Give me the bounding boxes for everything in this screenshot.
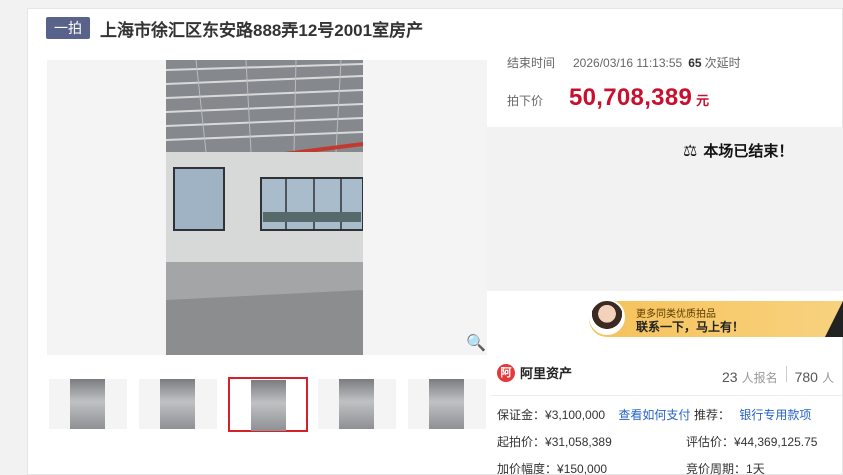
- start-price-label: 起拍价：: [497, 435, 546, 449]
- title-row: 一拍 上海市徐汇区东安路888弄12号2001室房产: [46, 16, 423, 40]
- bank-funds-link[interactable]: 银行专用款项: [739, 408, 811, 422]
- recommend-row: 推荐： 银行专用款项: [694, 406, 811, 423]
- increment-label: 加价幅度：: [497, 462, 558, 475]
- recommend-label: 推荐：: [694, 408, 731, 422]
- auction-ended-notice: ⚖ 本场已结束！: [683, 140, 793, 161]
- thumbnail-1[interactable]: [49, 379, 127, 429]
- increment-row: 加价幅度：¥150,000: [497, 460, 607, 475]
- thumbnail-strip: [47, 377, 487, 433]
- payment-help-link[interactable]: 查看如何支付: [618, 408, 690, 422]
- final-price-row: 拍下价 50,708,389 元: [507, 84, 709, 112]
- watch-label: 人: [821, 371, 834, 385]
- final-price-unit: 元: [696, 93, 710, 108]
- ali-assets-logo-icon: 阿: [497, 363, 515, 382]
- appraisal-row: 评估价：¥44,369,125.75: [686, 433, 817, 450]
- agent-avatar: [589, 299, 625, 335]
- cycle-row: 竞价周期：1天: [686, 460, 765, 475]
- increment-value: ¥150,000: [557, 462, 608, 475]
- enrolled-count: 23: [722, 369, 738, 385]
- appraisal-value: ¥44,369,125.75: [734, 435, 818, 449]
- magnifier-icon[interactable]: 🔍: [465, 333, 487, 355]
- thumbnail-5[interactable]: [408, 379, 486, 429]
- main-image-viewer[interactable]: 🔍: [47, 60, 487, 355]
- final-price-value: 50,708,389: [569, 84, 693, 111]
- auction-round-badge: 一拍: [46, 17, 90, 39]
- seller-info[interactable]: 阿 阿里资产: [497, 363, 572, 382]
- property-photo: [166, 60, 363, 355]
- appraisal-label: 评估价：: [686, 435, 735, 449]
- auction-ended-text: 本场已结束！: [703, 143, 794, 160]
- cycle-value: 1天: [746, 462, 765, 475]
- participation-stats: 23 人报名 780 人: [722, 366, 834, 386]
- final-price-label: 拍下价: [507, 94, 544, 108]
- delay-label: 次延时: [704, 56, 741, 70]
- end-time-row: 结束时间 2026/03/16 11:13:55 65 次延时: [507, 54, 741, 71]
- deposit-label: 保证金：: [497, 408, 546, 422]
- start-price-row: 起拍价：¥31,058,389: [497, 433, 612, 450]
- page-title: 上海市徐汇区东安路888弄12号2001室房产: [100, 20, 424, 40]
- seller-name: 阿里资产: [520, 366, 573, 381]
- section-divider: [490, 395, 843, 396]
- watch-count: 780: [794, 369, 818, 385]
- thumbnail-2[interactable]: [139, 379, 217, 429]
- enrolled-label: 人报名: [741, 371, 778, 385]
- cycle-label: 竞价周期：: [686, 462, 747, 475]
- deposit-row: 保证金：¥3,100,000 查看如何支付: [497, 406, 690, 423]
- auction-status-panel: ⚖ 本场已结束！: [487, 127, 843, 291]
- contact-promo-banner[interactable]: 更多同类优质拍品 联系一下，马上有！: [490, 291, 843, 337]
- stats-divider: [785, 366, 787, 382]
- thumbnail-4[interactable]: [318, 379, 396, 429]
- delay-count: 65: [688, 55, 702, 70]
- promo-headline: 联系一下，马上有！: [636, 320, 745, 334]
- start-price-value: ¥31,058,389: [545, 435, 612, 449]
- gavel-icon: ⚖: [683, 142, 698, 160]
- thumbnail-3-active[interactable]: [228, 377, 308, 432]
- end-time-value: 2026/03/16 11:13:55: [573, 55, 683, 70]
- deposit-value: ¥3,100,000: [545, 408, 606, 422]
- end-time-label: 结束时间: [507, 56, 556, 70]
